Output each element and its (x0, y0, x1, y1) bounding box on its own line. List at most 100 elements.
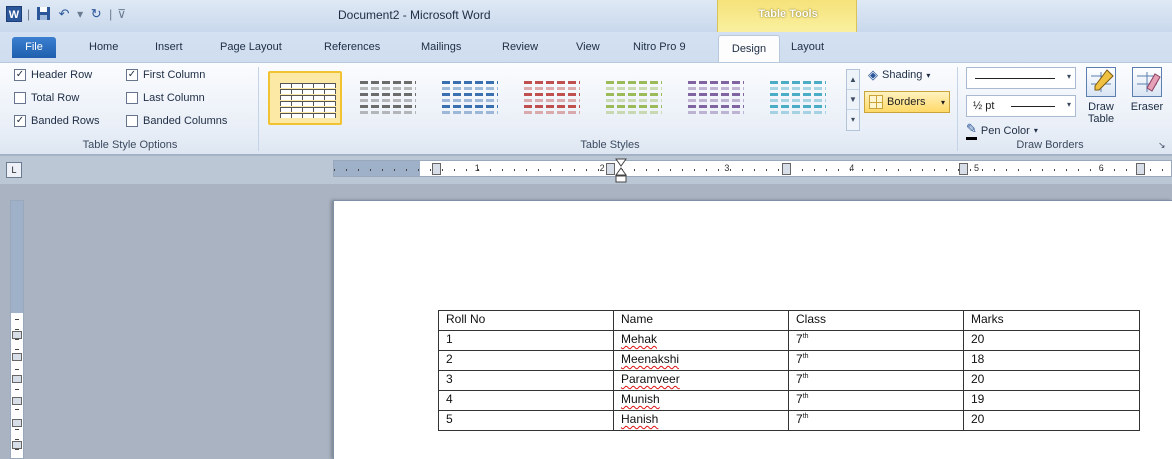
tab-page-layout[interactable]: Page Layout (220, 41, 282, 53)
roll-cell[interactable]: 4 (438, 390, 614, 411)
dialog-launcher-icon[interactable]: ↘ (1158, 140, 1166, 151)
class-cell[interactable]: 7th (788, 370, 964, 391)
row-marker[interactable] (12, 419, 22, 427)
tab-home[interactable]: Home (89, 41, 118, 53)
banded-columns-option[interactable]: Banded Columns (126, 115, 227, 127)
window-title: Document2 - Microsoft Word (338, 8, 491, 22)
vertical-ruler[interactable] (10, 200, 24, 459)
column-marker[interactable] (606, 163, 615, 175)
table-header-cell[interactable]: Class (788, 310, 964, 331)
roll-cell[interactable]: 5 (438, 410, 614, 431)
redo-icon[interactable]: ↻ (88, 6, 104, 22)
tab-review[interactable]: Review (502, 41, 538, 53)
tab-view[interactable]: View (576, 41, 600, 53)
column-marker[interactable] (432, 163, 441, 175)
class-cell[interactable]: 7th (788, 410, 964, 431)
indent-marker-icon[interactable] (615, 158, 627, 184)
table-row[interactable]: 4 Munish 7th 19 (438, 390, 1140, 411)
table-style-thumbnail[interactable] (596, 71, 670, 125)
marks-cell[interactable]: 19 (963, 390, 1140, 411)
total-row-checkbox[interactable] (14, 92, 26, 104)
table-style-thumbnail[interactable] (268, 71, 342, 125)
header-row-checkbox[interactable]: ✓ (14, 69, 26, 81)
banded-rows-checkbox[interactable]: ✓ (14, 115, 26, 127)
pen-color-button[interactable]: ✎ Pen Color ▾ (966, 121, 1038, 140)
tab-layout[interactable]: Layout (791, 41, 824, 53)
customize-qat-icon[interactable]: ⊽ (117, 7, 126, 21)
tab-mailings[interactable]: Mailings (421, 41, 461, 53)
roll-cell[interactable]: 3 (438, 370, 614, 391)
document-page[interactable]: Roll No Name Class Marks 1 Mehak 7th 20 … (333, 200, 1172, 459)
class-cell[interactable]: 7th (788, 350, 964, 371)
undo-icon[interactable]: ↶ (56, 6, 72, 22)
total-row-option[interactable]: Total Row (14, 92, 79, 104)
name-cell[interactable]: Munish (613, 390, 789, 411)
tab-references[interactable]: References (324, 41, 380, 53)
table-row[interactable]: 3 Paramveer 7th 20 (438, 370, 1140, 391)
table-header-cell[interactable]: Roll No (438, 310, 614, 331)
last-column-option[interactable]: Last Column (126, 92, 205, 104)
gallery-more-icon[interactable]: ▾ (847, 110, 859, 130)
table-style-thumbnail[interactable] (514, 71, 588, 125)
first-column-option[interactable]: ✓ First Column (126, 69, 205, 81)
tab-design[interactable]: Design (718, 35, 780, 63)
first-column-checkbox[interactable]: ✓ (126, 69, 138, 81)
name-cell[interactable]: Hanish (613, 410, 789, 431)
marks-cell[interactable]: 20 (963, 410, 1140, 431)
row-marker[interactable] (12, 397, 22, 405)
table-header-row[interactable]: Roll No Name Class Marks (438, 310, 1140, 331)
borders-button[interactable]: Borders ▾ (864, 91, 950, 113)
tab-insert[interactable]: Insert (155, 41, 183, 53)
line-weight-dropdown[interactable]: ½ pt ▾ (966, 95, 1076, 117)
row-marker[interactable] (12, 353, 22, 361)
table-row[interactable]: 2 Meenakshi 7th 18 (438, 350, 1140, 371)
borders-dropdown-icon[interactable]: ▾ (941, 98, 945, 107)
horizontal-ruler[interactable]: 1 2 3 4 5 6 (333, 160, 1172, 177)
save-icon[interactable] (35, 6, 51, 22)
table-style-thumbnail[interactable] (678, 71, 752, 125)
marks-cell[interactable]: 18 (963, 350, 1140, 371)
row-marker[interactable] (12, 375, 22, 383)
column-marker[interactable] (959, 163, 968, 175)
gallery-up-icon[interactable]: ▲ (847, 70, 859, 90)
roll-cell[interactable]: 1 (438, 330, 614, 351)
gallery-scrollbar[interactable]: ▲ ▼ ▾ (846, 69, 860, 131)
class-cell[interactable]: 7th (788, 330, 964, 351)
tab-nitro-pro[interactable]: Nitro Pro 9 (633, 41, 686, 53)
shading-button[interactable]: ◈ Shading ▾ (868, 67, 930, 83)
draw-table-button[interactable]: Draw Table (1080, 67, 1122, 125)
table-style-thumbnail[interactable] (760, 71, 834, 125)
banded-columns-checkbox[interactable] (126, 115, 138, 127)
column-marker[interactable] (782, 163, 791, 175)
tab-file[interactable]: File (12, 37, 56, 58)
marks-cell[interactable]: 20 (963, 370, 1140, 391)
column-marker[interactable] (1136, 163, 1145, 175)
table-header-cell[interactable]: Marks (963, 310, 1140, 331)
roll-cell[interactable]: 2 (438, 350, 614, 371)
gallery-down-icon[interactable]: ▼ (847, 90, 859, 110)
style-preview-row (280, 95, 336, 100)
name-cell[interactable]: Mehak (613, 330, 789, 351)
tab-selector-icon[interactable]: L (6, 162, 22, 178)
name-cell[interactable]: Paramveer (613, 370, 789, 391)
row-marker[interactable] (12, 441, 22, 449)
table-row[interactable]: 5 Hanish 7th 20 (438, 410, 1140, 431)
table-style-thumbnail[interactable] (350, 71, 424, 125)
class-cell[interactable]: 7th (788, 390, 964, 411)
undo-dropdown-icon[interactable]: ▾ (77, 7, 83, 21)
name-cell[interactable]: Meenakshi (613, 350, 789, 371)
word-app-icon[interactable]: W (6, 6, 22, 22)
header-row-option[interactable]: ✓ Header Row (14, 69, 92, 81)
table-row[interactable]: 1 Mehak 7th 20 (438, 330, 1140, 351)
row-marker[interactable] (12, 331, 22, 339)
document-table[interactable]: Roll No Name Class Marks 1 Mehak 7th 20 … (438, 310, 1140, 431)
banded-rows-option[interactable]: ✓ Banded Rows (14, 115, 100, 127)
last-column-checkbox[interactable] (126, 92, 138, 104)
class-suffix: th (802, 333, 809, 340)
table-style-thumbnail[interactable] (432, 71, 506, 125)
table-header-cell[interactable]: Name (613, 310, 789, 331)
table-style-options-label: Table Style Options (82, 139, 178, 151)
line-style-dropdown[interactable]: ▾ (966, 67, 1076, 89)
eraser-button[interactable]: Eraser (1126, 67, 1168, 113)
marks-cell[interactable]: 20 (963, 330, 1140, 351)
